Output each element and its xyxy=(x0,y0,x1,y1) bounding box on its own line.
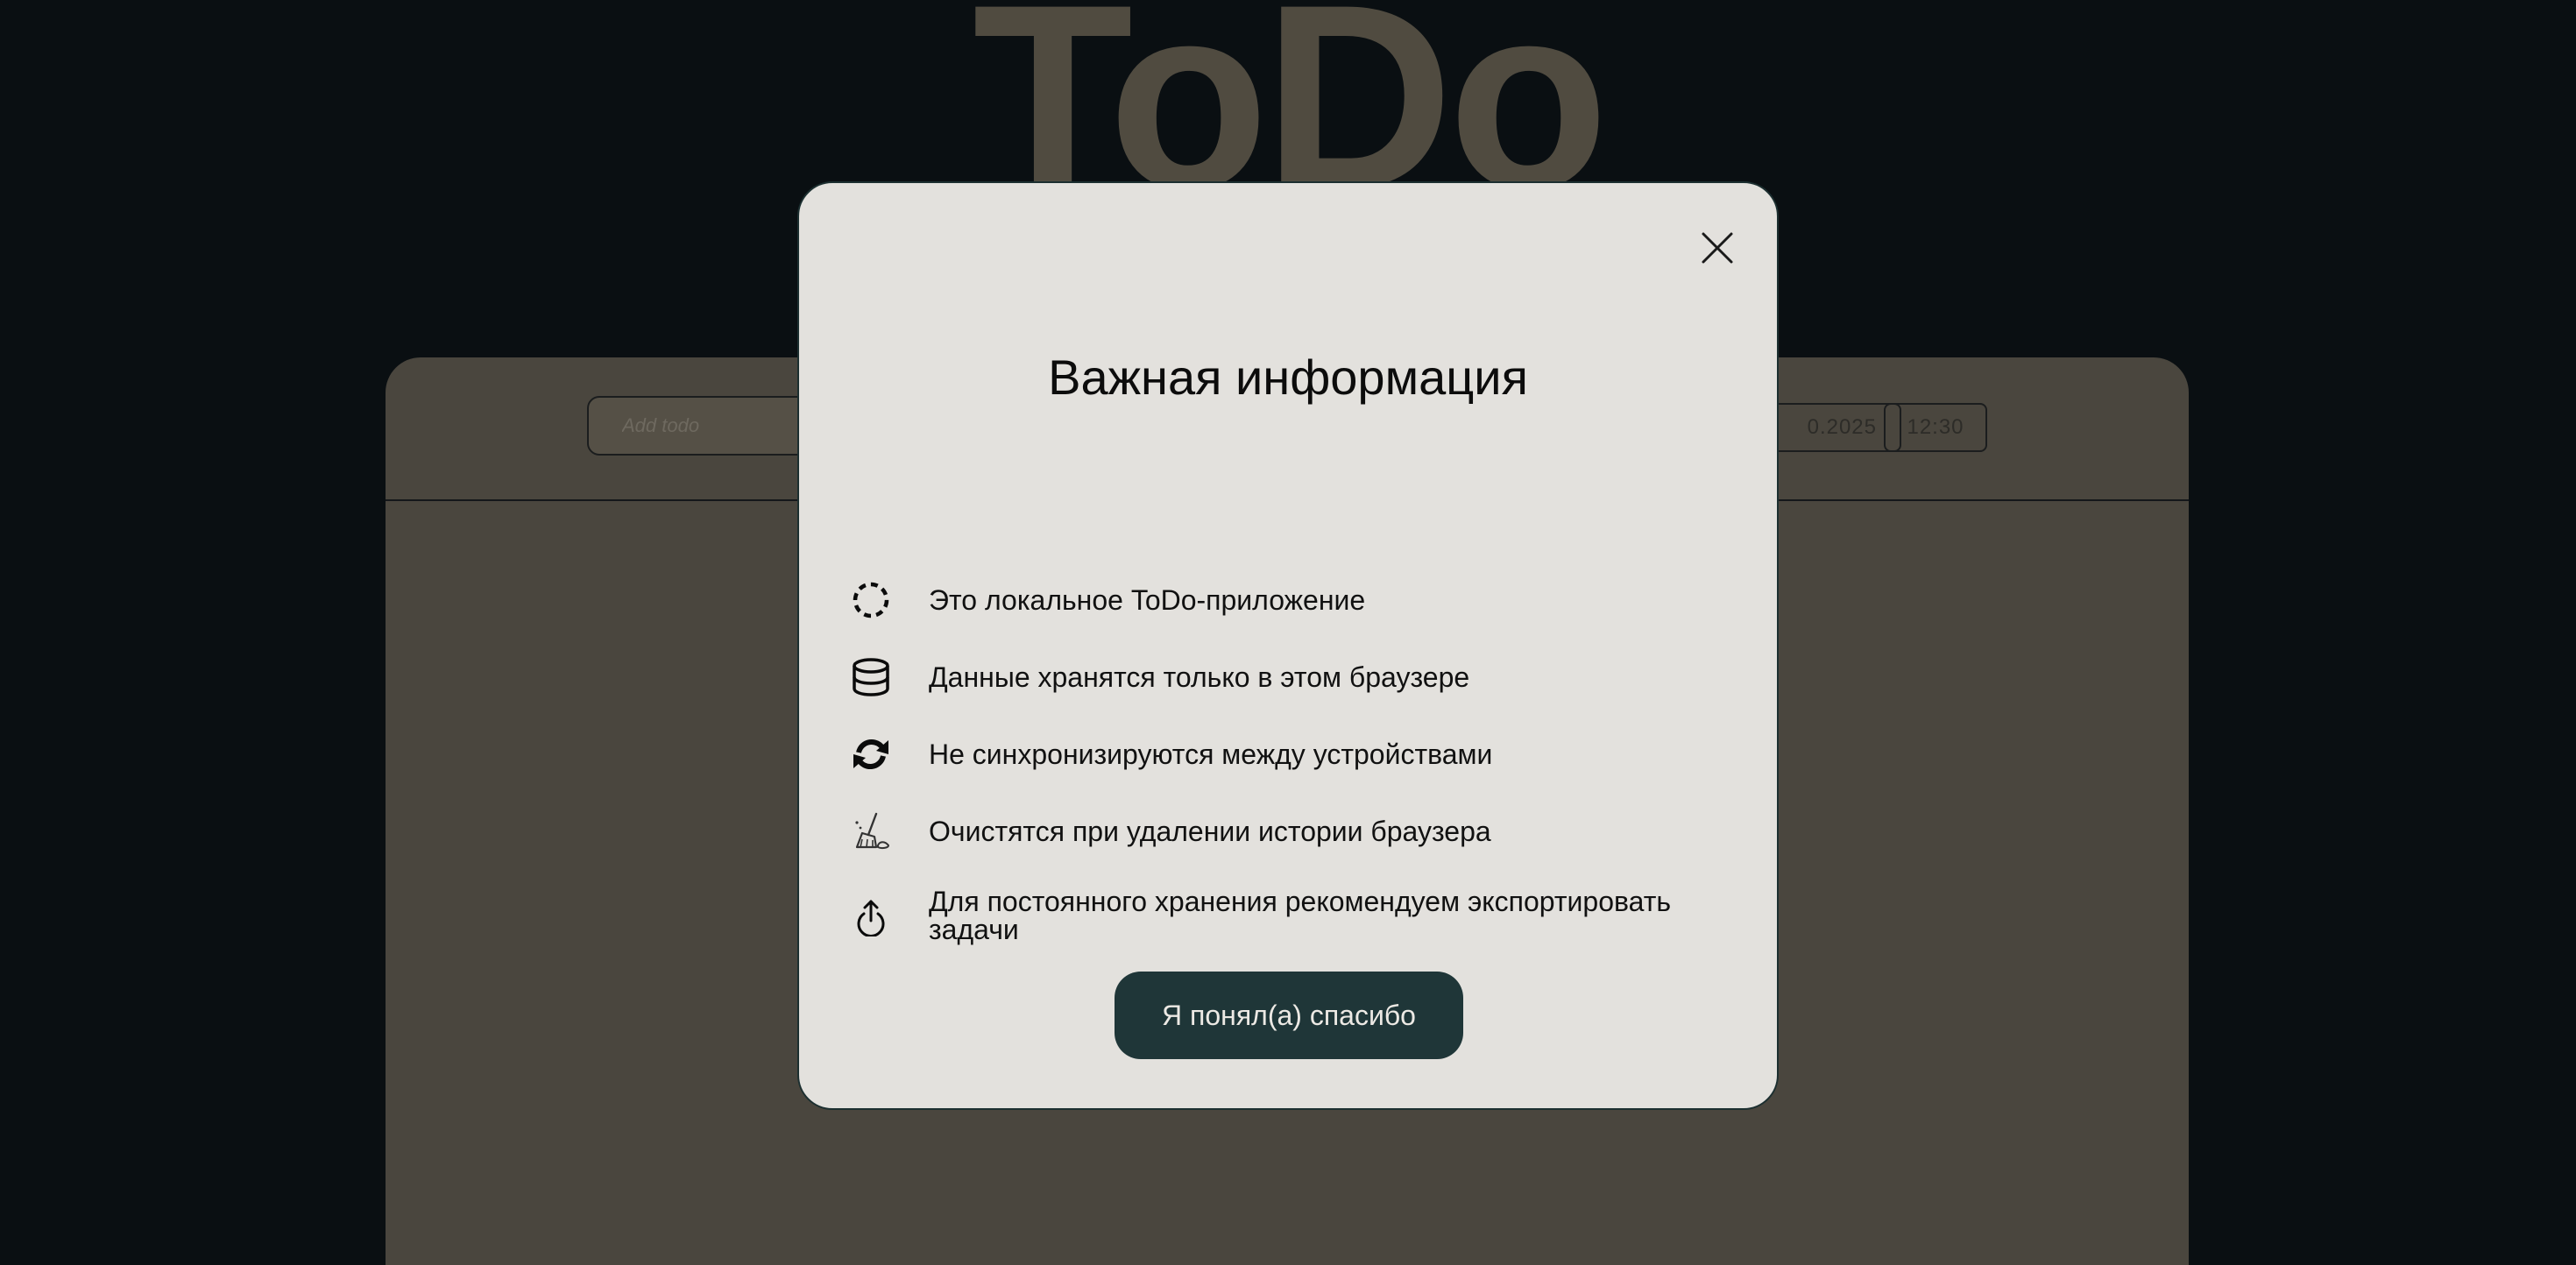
info-modal: Важная информация Это локальное ToDo-при… xyxy=(797,181,1779,1110)
database-icon xyxy=(850,656,892,698)
broom-icon xyxy=(850,810,892,852)
info-text: Очистятся при удалении истории браузера xyxy=(929,816,1491,847)
modal-title: Важная информация xyxy=(1048,350,1528,405)
sync-icon xyxy=(850,733,892,775)
info-item-local: Это локальное ToDo-приложение xyxy=(850,579,1735,621)
close-icon xyxy=(1702,232,1733,264)
time-field[interactable]: 12:30 xyxy=(1884,403,1987,452)
dashed-circle-icon xyxy=(850,579,892,621)
info-item-storage: Данные хранятся только в этом браузере xyxy=(850,656,1735,698)
confirm-button[interactable]: Я понял(а) спасибо xyxy=(1115,972,1463,1059)
page: ToDo 0.2025 12:30 Важная информация xyxy=(0,0,2576,1265)
info-text: Для постоянного хранения рекомендуем экс… xyxy=(929,886,1672,945)
info-text: Это локальное ToDo-приложение xyxy=(929,584,1366,616)
export-icon xyxy=(850,894,892,936)
close-button[interactable] xyxy=(1693,223,1742,272)
info-item-export: Для постоянного хранения рекомендуем экс… xyxy=(850,887,1735,943)
info-text: Данные хранятся только в этом браузере xyxy=(929,661,1470,693)
info-text: Не синхронизируются между устройствами xyxy=(929,739,1493,770)
info-item-clear: Очистятся при удалении истории браузера xyxy=(850,810,1735,852)
info-item-sync: Не синхронизируются между устройствами xyxy=(850,733,1735,775)
